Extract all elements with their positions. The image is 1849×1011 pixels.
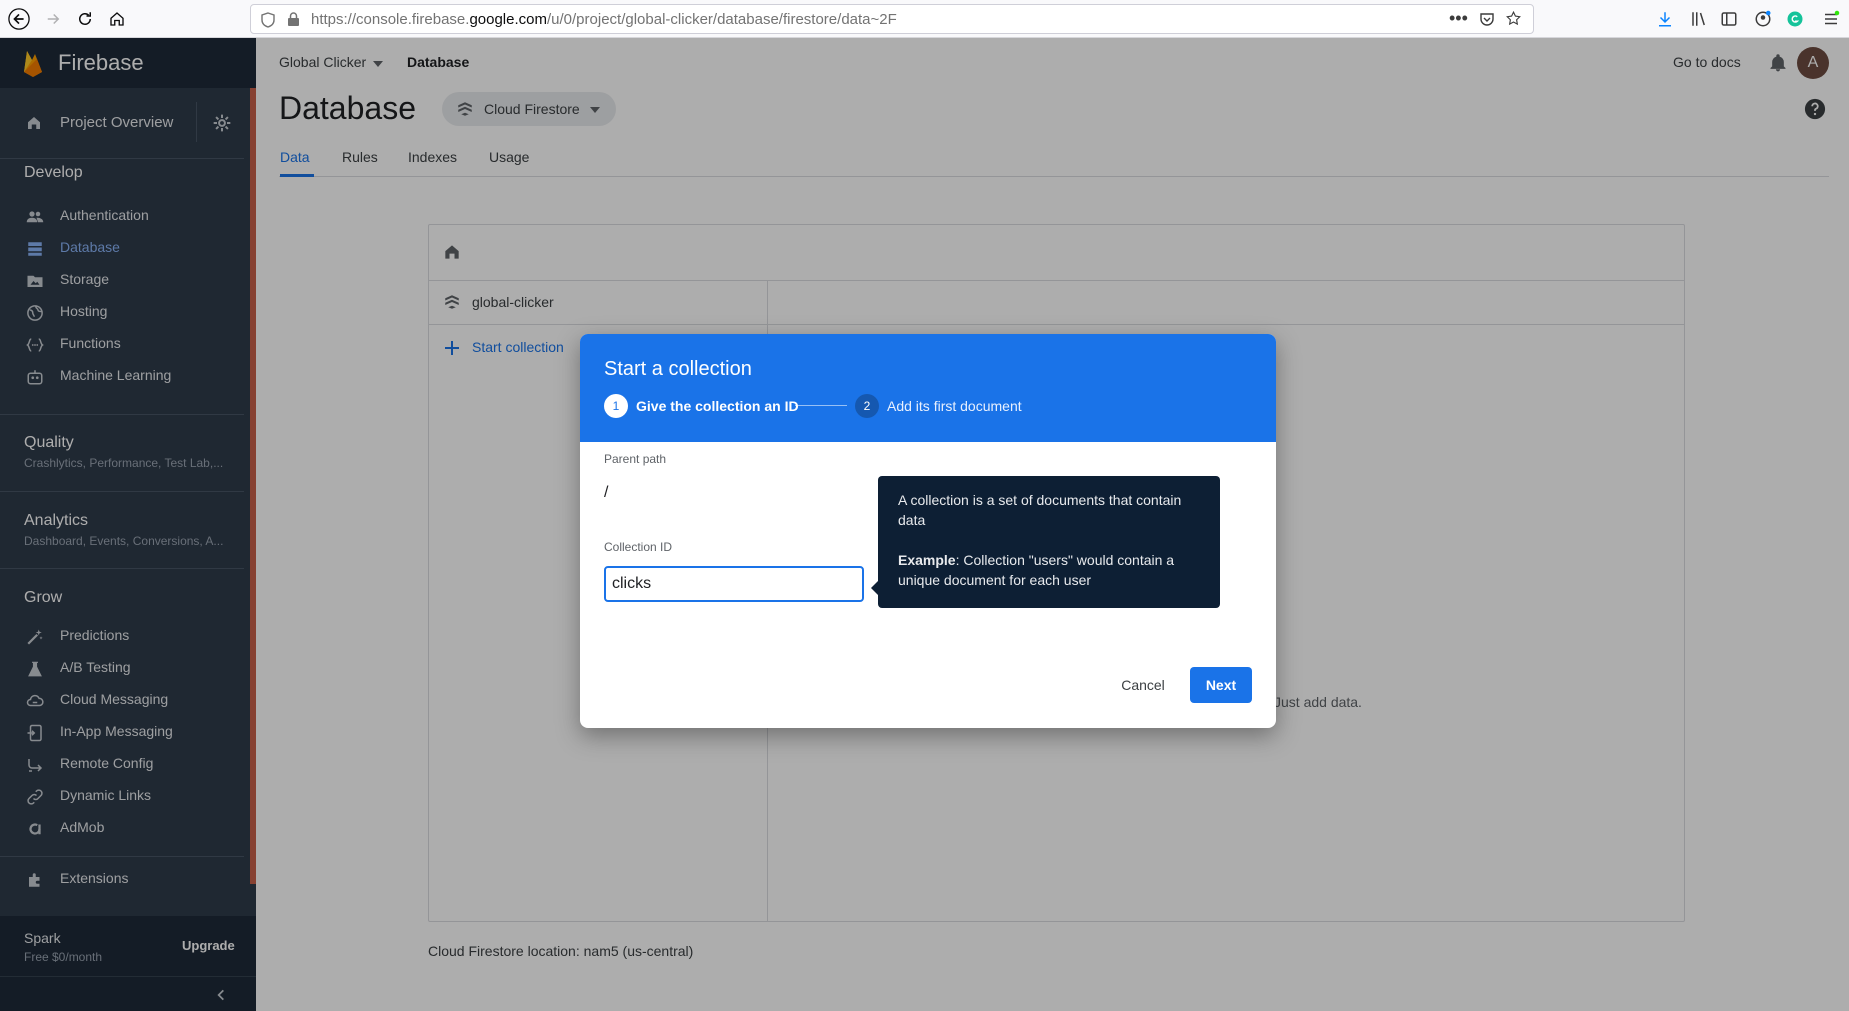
grammarly-icon[interactable] [1784, 8, 1806, 30]
step-2-indicator: 2 [855, 394, 879, 418]
sidebar-toggle-icon[interactable] [1718, 8, 1740, 30]
pocket-icon[interactable] [1479, 11, 1495, 27]
forward-button[interactable] [40, 6, 66, 32]
forward-arrow-icon [47, 13, 60, 25]
cancel-button[interactable]: Cancel [1110, 667, 1176, 703]
step-2-label: Add its first document [887, 398, 1022, 414]
back-button[interactable] [6, 6, 32, 32]
shield-icon [261, 12, 275, 28]
reload-button[interactable] [72, 6, 98, 32]
tooltip-example: Example: Collection "users" would contai… [898, 550, 1200, 590]
dialog-header: Start a collection 1 Give the collection… [580, 334, 1276, 442]
home-button[interactable] [104, 6, 130, 32]
parent-path-label: Parent path [604, 452, 667, 466]
lock-icon [288, 12, 299, 26]
tooltip-example-label: Example [898, 552, 956, 568]
url-text: https://console.firebase.google.com/u/0/… [311, 11, 897, 28]
page-actions-icon[interactable]: ••• [1449, 8, 1468, 29]
back-arrow-icon [8, 8, 30, 30]
step-1-indicator: 1 [604, 394, 628, 418]
collection-id-input[interactable] [604, 566, 864, 602]
dialog-title: Start a collection [604, 358, 752, 380]
collection-tooltip: A collection is a set of documents that … [878, 476, 1220, 608]
stepper-connector [795, 405, 847, 406]
library-icon[interactable] [1688, 8, 1710, 30]
browser-toolbar: https://console.firebase.google.com/u/0/… [0, 0, 1849, 38]
bookmark-star-icon[interactable] [1505, 10, 1522, 27]
account-icon[interactable] [1752, 8, 1774, 30]
parent-path-value: / [604, 484, 609, 501]
collection-id-label: Collection ID [604, 540, 673, 554]
url-bar[interactable]: https://console.firebase.google.com/u/0/… [250, 4, 1534, 34]
download-icon[interactable] [1654, 8, 1676, 30]
next-button[interactable]: Next [1190, 667, 1252, 703]
tooltip-description: A collection is a set of documents that … [898, 492, 1182, 528]
home-icon [110, 12, 124, 26]
reload-icon [79, 12, 91, 25]
menu-icon[interactable] [1820, 8, 1842, 30]
step-1-label: Give the collection an ID [636, 398, 799, 414]
